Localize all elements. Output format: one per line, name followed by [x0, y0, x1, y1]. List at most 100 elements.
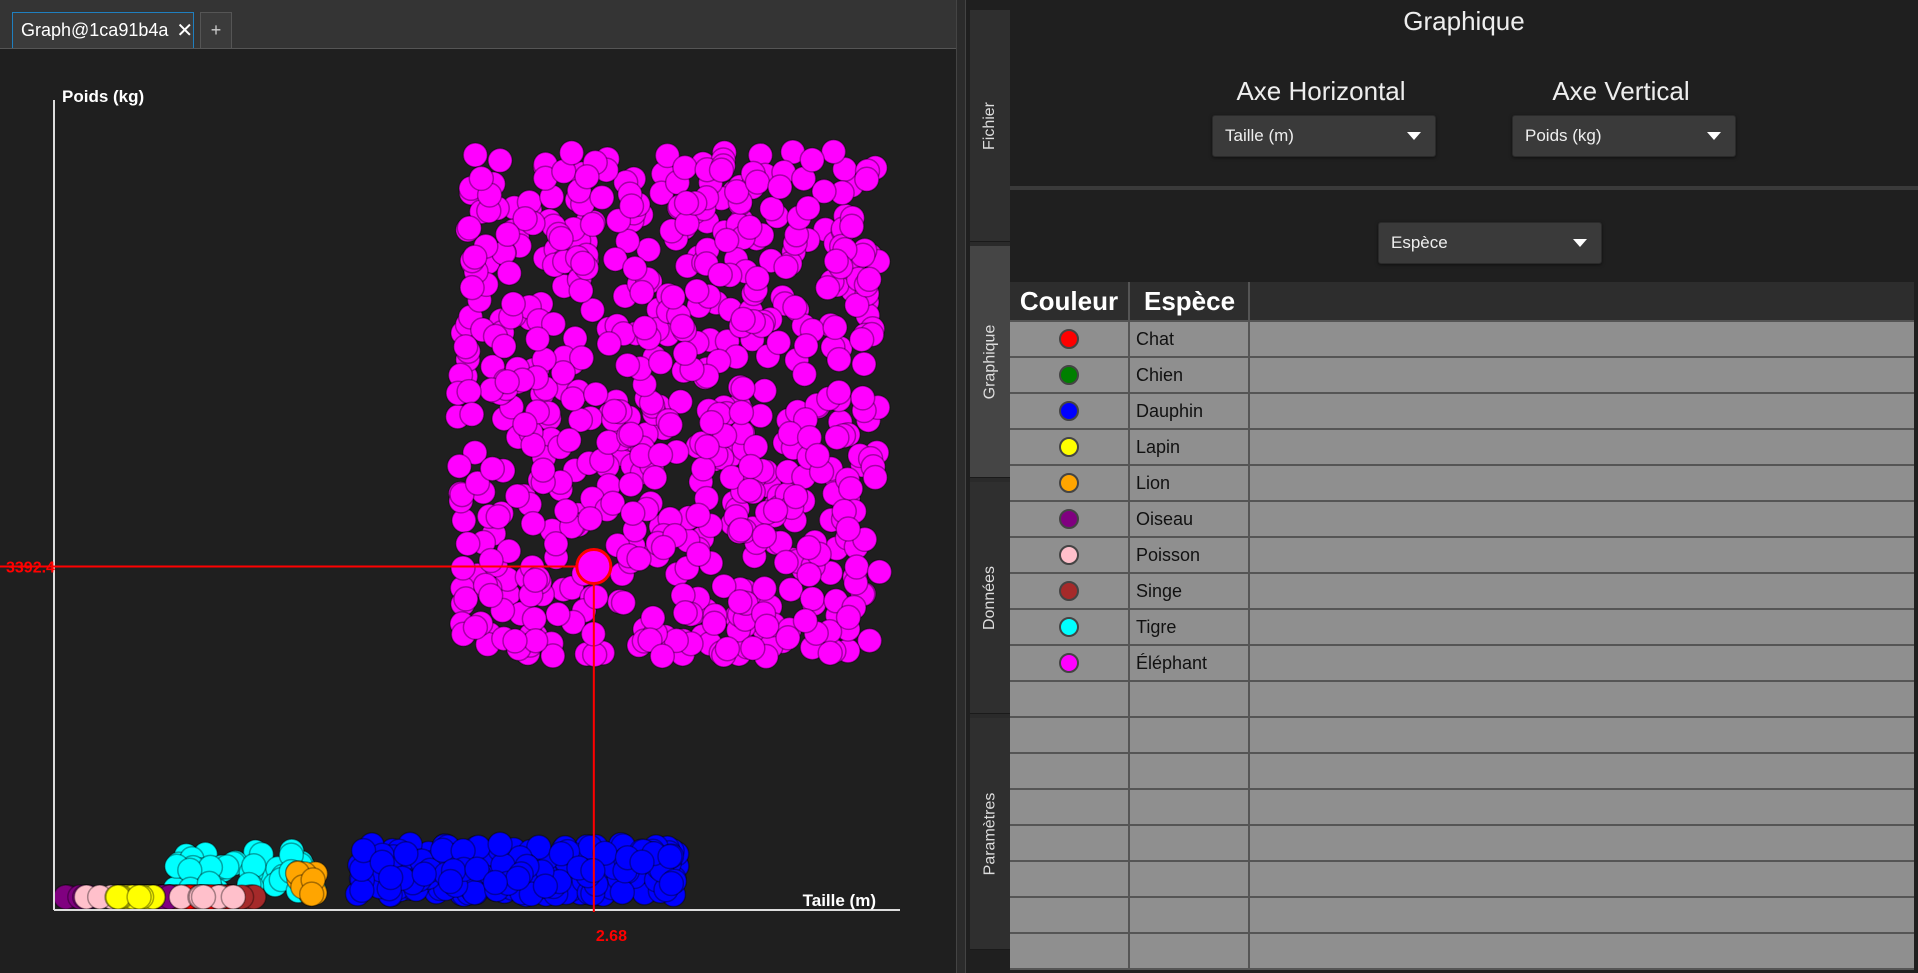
data-point[interactable]: [795, 195, 821, 221]
data-point[interactable]: [574, 163, 600, 190]
side-tab-parametres[interactable]: Paramètres: [970, 718, 1010, 950]
data-point[interactable]: [545, 601, 571, 627]
data-point[interactable]: [826, 379, 852, 405]
data-point[interactable]: [737, 214, 763, 241]
data-point[interactable]: [820, 138, 847, 165]
data-point[interactable]: [522, 567, 549, 593]
data-point[interactable]: [824, 424, 850, 451]
legend-row-empty[interactable]: [1010, 934, 1914, 970]
data-point[interactable]: [437, 868, 464, 895]
data-point[interactable]: [762, 497, 789, 523]
data-point[interactable]: [450, 555, 476, 581]
data-point[interactable]: [751, 523, 778, 549]
data-point[interactable]: [502, 628, 528, 654]
data-point[interactable]: [862, 464, 888, 491]
legend-row-empty[interactable]: [1010, 826, 1914, 862]
data-point[interactable]: [795, 534, 822, 561]
data-point[interactable]: [672, 600, 698, 626]
side-tab-donnees[interactable]: Données: [970, 482, 1010, 714]
data-point[interactable]: [459, 401, 485, 428]
data-point[interactable]: [126, 884, 152, 910]
data-point[interactable]: [826, 346, 852, 373]
data-point[interactable]: [708, 157, 735, 183]
data-point[interactable]: [456, 215, 483, 241]
data-point[interactable]: [730, 375, 756, 402]
add-tab-button[interactable]: +: [200, 12, 232, 48]
data-point[interactable]: [610, 589, 637, 616]
data-point[interactable]: [851, 351, 877, 377]
data-point[interactable]: [690, 456, 716, 482]
close-icon[interactable]: ✕: [176, 18, 193, 43]
data-point[interactable]: [669, 313, 696, 340]
data-point[interactable]: [672, 154, 698, 181]
data-point[interactable]: [504, 483, 531, 509]
data-point[interactable]: [220, 884, 247, 910]
data-point[interactable]: [553, 498, 579, 524]
data-point[interactable]: [782, 483, 809, 510]
data-point[interactable]: [793, 333, 819, 359]
data-point[interactable]: [629, 279, 655, 306]
data-point[interactable]: [707, 262, 733, 288]
data-point[interactable]: [512, 411, 538, 438]
data-point[interactable]: [856, 627, 883, 654]
legend-row-empty[interactable]: [1010, 862, 1914, 898]
data-point[interactable]: [660, 284, 686, 310]
data-point[interactable]: [618, 421, 644, 448]
data-point[interactable]: [685, 502, 711, 528]
data-point[interactable]: [298, 881, 325, 907]
data-point[interactable]: [775, 625, 801, 651]
legend-row-empty[interactable]: [1010, 682, 1914, 718]
data-point[interactable]: [614, 352, 641, 378]
data-point[interactable]: [377, 864, 404, 891]
data-point[interactable]: [694, 434, 720, 460]
data-point[interactable]: [446, 453, 473, 479]
data-point[interactable]: [618, 193, 645, 219]
data-point[interactable]: [744, 169, 771, 195]
data-point[interactable]: [650, 534, 677, 561]
data-point[interactable]: [618, 471, 644, 498]
data-point[interactable]: [759, 195, 785, 222]
data-point[interactable]: [468, 165, 495, 192]
data-point[interactable]: [583, 381, 609, 407]
data-point[interactable]: [684, 278, 710, 304]
legend-row[interactable]: Éléphant: [1010, 646, 1914, 682]
data-point[interactable]: [520, 510, 546, 537]
data-point[interactable]: [657, 843, 683, 870]
column-header-couleur[interactable]: Couleur: [1010, 282, 1130, 320]
data-point[interactable]: [848, 326, 875, 353]
legend-row[interactable]: Oiseau: [1010, 502, 1914, 538]
data-point[interactable]: [822, 314, 848, 341]
data-point[interactable]: [782, 294, 808, 321]
data-point[interactable]: [462, 142, 489, 168]
data-point[interactable]: [744, 265, 771, 292]
data-point[interactable]: [701, 610, 728, 637]
scatter-chart[interactable]: Poids (kg) Taille (m) 3392.4 2.68: [0, 50, 956, 950]
data-point[interactable]: [673, 190, 700, 216]
data-point[interactable]: [791, 361, 818, 387]
data-point[interactable]: [866, 559, 893, 585]
data-point[interactable]: [622, 255, 648, 282]
data-point[interactable]: [773, 549, 799, 576]
tab-graph[interactable]: Graph@1ca91b4a ✕: [12, 12, 194, 48]
data-point[interactable]: [854, 166, 880, 193]
group-by-select[interactable]: Espèce: [1378, 222, 1602, 264]
legend-row[interactable]: Lapin: [1010, 430, 1914, 466]
legend-row[interactable]: Singe: [1010, 574, 1914, 610]
data-point[interactable]: [491, 333, 517, 360]
data-point[interactable]: [767, 174, 793, 200]
data-point[interactable]: [728, 399, 755, 426]
legend-row-empty[interactable]: [1010, 718, 1914, 754]
data-point[interactable]: [640, 605, 666, 631]
data-point[interactable]: [835, 604, 862, 631]
data-point[interactable]: [543, 531, 569, 557]
data-point[interactable]: [609, 879, 636, 905]
data-point[interactable]: [190, 884, 217, 910]
data-point[interactable]: [658, 870, 685, 897]
data-point[interactable]: [455, 530, 481, 557]
pane-splitter[interactable]: [956, 0, 966, 973]
data-point[interactable]: [456, 378, 482, 405]
data-point[interactable]: [626, 546, 652, 572]
vertical-axis-select[interactable]: Poids (kg): [1512, 115, 1736, 157]
data-point[interactable]: [713, 227, 740, 254]
data-point[interactable]: [856, 266, 883, 293]
